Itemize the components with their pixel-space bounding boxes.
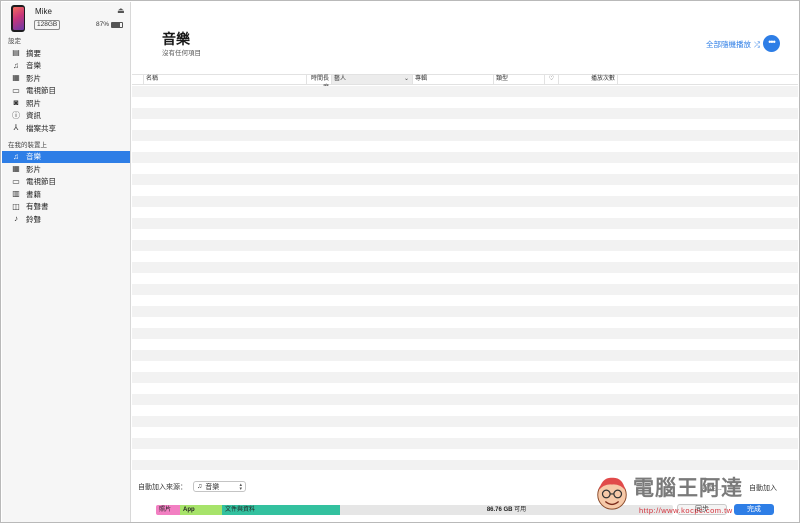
on-device-list: ♫ 音樂 ▦ 影片 ▭ 電視節目 ▥ 書籍 ◫ 有聲書 ♪ 鈴聲 [2, 150, 130, 226]
column-header-artist[interactable]: 藝人 ⌄ [332, 75, 413, 84]
sidebar-item-label: 影片 [26, 164, 41, 174]
camera-icon: ◙ [13, 98, 19, 108]
autofill-source-select[interactable]: ♫ 音樂 ▴ ▾ [193, 481, 246, 492]
storage-segment-photos: 照片 [156, 505, 180, 515]
sidebar-item-label: 照片 [26, 98, 41, 108]
select-arrows-icon: ▴ ▾ [239, 482, 242, 492]
sidebar-item-device-tv-shows[interactable]: ▭ 電視節目 [2, 176, 130, 189]
battery-icon [111, 21, 124, 28]
music-note-icon: ♫ [13, 151, 19, 161]
sidebar-item-label: 鈴聲 [26, 214, 41, 224]
column-header-select[interactable] [132, 75, 144, 84]
sidebar-item-device-music[interactable]: ♫ 音樂 [2, 150, 130, 163]
page-subtitle: 沒有任何項目 [162, 50, 201, 57]
capacity-badge: 128GB [34, 20, 61, 30]
file-sharing-icon: ⅄ [13, 123, 19, 133]
watermark-url: http://www.kocpc.com.tw [639, 506, 733, 515]
mascot-face-icon [597, 477, 627, 510]
sidebar-item-summary[interactable]: ▤ 摘要 [2, 47, 130, 60]
column-header-love[interactable]: ♡ [545, 75, 559, 84]
tv-icon: ▭ [12, 176, 20, 186]
settings-list: ▤ 摘要 ♫ 音樂 ▦ 影片 ▭ 電視節目 ◙ 照片 ⓘ 資訊 ⅄ 檔案共享 [2, 47, 130, 135]
device-name: Mike [35, 7, 52, 16]
column-header-album[interactable]: 專輯 [413, 75, 494, 84]
sidebar-item-label: 電視節目 [26, 177, 56, 187]
watermark-title: 電腦王阿達 [633, 477, 743, 500]
on-device-section-label: 在我的裝置上 [8, 141, 47, 149]
sidebar-item-device-movies[interactable]: ▦ 影片 [2, 163, 130, 176]
sidebar-item-label: 影片 [26, 73, 41, 83]
column-header-duration[interactable]: 時間長度 [307, 75, 332, 91]
sidebar-item-photos[interactable]: ◙ 照片 [2, 97, 130, 110]
battery-status: 87% [96, 21, 124, 28]
column-header-name[interactable]: 名稱 [144, 75, 307, 84]
film-icon: ▦ [12, 73, 20, 83]
sidebar-item-label: 資訊 [26, 111, 41, 121]
autofill-label: 自動加入來源： [138, 483, 187, 491]
music-note-icon: ♫ [13, 60, 19, 70]
storage-segment-documents: 文件與資料 [222, 505, 340, 515]
books-icon: ▥ [12, 189, 20, 199]
more-options-button[interactable]: ••• [763, 35, 780, 52]
shuffle-all-button[interactable]: 全部隨機播放 ⤮ [706, 39, 760, 50]
empty-track-list [132, 86, 798, 470]
column-header-plays[interactable]: 播放次數 [559, 75, 618, 84]
iphone-icon [11, 5, 25, 32]
sidebar-item-tv-shows[interactable]: ▭ 電視節目 [2, 85, 130, 98]
watermark: 電腦王阿達 http://www.kocpc.com.tw [593, 464, 791, 522]
sidebar-item-device-tones[interactable]: ♪ 鈴聲 [2, 213, 130, 226]
sidebar: Mike 128GB 87% ⏏ 設定 ▤ 摘要 ♫ 音樂 ▦ 影片 ▭ 電視節… [2, 2, 131, 522]
bell-icon: ♪ [14, 214, 18, 224]
sidebar-item-info[interactable]: ⓘ 資訊 [2, 110, 130, 123]
autofill-source-value: 音樂 [205, 483, 220, 491]
settings-section-label: 設定 [8, 38, 21, 45]
shuffle-all-label: 全部隨機播放 [706, 40, 751, 49]
audiobook-icon: ◫ [12, 201, 20, 211]
page-title: 音樂 [162, 31, 190, 47]
free-space-amount: 86.76 GB [486, 507, 513, 513]
itunes-window: Mike 128GB 87% ⏏ 設定 ▤ 摘要 ♫ 音樂 ▦ 影片 ▭ 電視節… [0, 0, 800, 523]
sidebar-item-label: 檔案共享 [26, 123, 56, 133]
main-content: 音樂 沒有任何項目 全部隨機播放 ⤮ ••• 名稱 時間長度 藝人 ⌄ 專輯 類… [132, 2, 798, 521]
chevron-down-icon: ⌄ [403, 76, 409, 82]
column-header-genre[interactable]: 類型 [494, 75, 545, 84]
sidebar-item-label: 摘要 [26, 48, 41, 58]
sidebar-item-label: 書籍 [26, 189, 41, 199]
table-header: 名稱 時間長度 藝人 ⌄ 專輯 類型 ♡ 播放次數 [132, 74, 798, 91]
shuffle-icon: ⤮ [754, 39, 760, 49]
music-note-icon: ♫ [197, 483, 203, 490]
sidebar-item-device-audiobooks[interactable]: ◫ 有聲書 [2, 201, 130, 214]
sidebar-item-movies[interactable]: ▦ 影片 [2, 72, 130, 85]
sidebar-item-label: 有聲書 [26, 202, 49, 212]
info-icon: ⓘ [12, 110, 20, 120]
sidebar-item-label: 電視節目 [26, 86, 56, 96]
film-icon: ▦ [12, 164, 20, 174]
device-header[interactable]: Mike 128GB 87% ⏏ [2, 2, 130, 34]
storage-segment-apps: App [180, 505, 222, 515]
summary-icon: ▤ [12, 48, 20, 58]
sidebar-item-label: 音樂 [26, 61, 41, 71]
sidebar-item-device-books[interactable]: ▥ 書籍 [2, 188, 130, 201]
autofill-bar: 自動加入來源： ♫ 音樂 ▴ ▾ [138, 481, 246, 492]
eject-icon[interactable]: ⏏ [117, 6, 125, 15]
sidebar-item-label: 音樂 [26, 152, 41, 162]
battery-percent: 87% [96, 21, 110, 28]
sidebar-item-music[interactable]: ♫ 音樂 [2, 60, 130, 73]
column-header-artist-label: 藝人 [334, 76, 347, 82]
sidebar-item-file-sharing[interactable]: ⅄ 檔案共享 [2, 122, 130, 135]
tv-icon: ▭ [12, 85, 20, 95]
free-space-label: 可用 [514, 507, 527, 513]
